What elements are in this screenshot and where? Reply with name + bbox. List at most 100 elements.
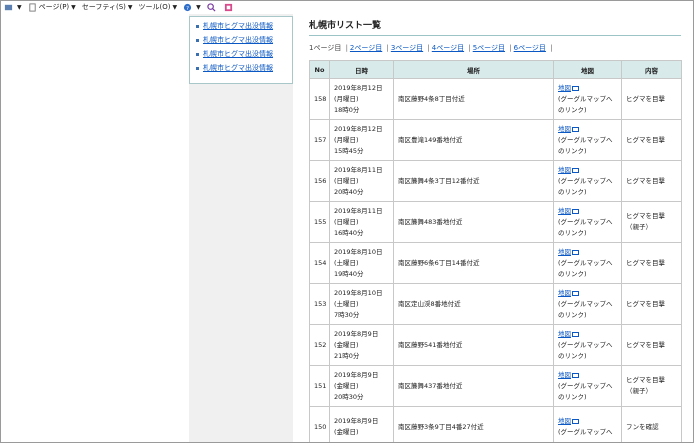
page-title: 札幌市リスト一覧 xyxy=(309,18,681,36)
map-link-label: 地図 xyxy=(558,165,571,174)
main-content: 札幌市リスト一覧 1ページ目 | 2ページ目 | 3ページ目 | 4ページ目 | 5ペー… xyxy=(309,18,682,442)
row-content: ヒグマを目撃 xyxy=(621,119,682,161)
row-map: 地図 (グーグルマップへ のリンク) xyxy=(553,283,622,325)
map-icon xyxy=(572,331,579,337)
map-link[interactable]: 地図 xyxy=(558,165,579,176)
toolbar-page-label: ページ(P) xyxy=(38,3,70,11)
row-date: 2019年8月9日 xyxy=(334,329,379,338)
row-date: 2019年8月9日 xyxy=(334,370,379,379)
row-datetime: 2019年8月11日 (日曜日) 20時40分 xyxy=(329,160,394,202)
row-number: 156 xyxy=(309,160,330,202)
map-link-label: 地図 xyxy=(558,83,571,92)
chevron-down-icon: ▼ xyxy=(172,4,178,11)
row-map: 地図 (グーグルマップへ xyxy=(553,406,622,442)
map-icon xyxy=(572,167,579,173)
row-map: 地図 (グーグルマップへ のリンク) xyxy=(553,365,622,407)
row-datetime: 2019年8月9日 (金曜日) 20時30分 xyxy=(329,365,394,407)
table-row: 150 2019年8月9日 (金曜日) 南区藤野3条9丁目4番27付近 地図 (グーグルマ… xyxy=(309,406,682,442)
map-note-line1: (グーグルマップへ xyxy=(558,299,613,308)
sidebar-item: 札幌市ヒグマ出没情報 xyxy=(196,47,292,61)
row-datetime: 2019年8月9日 (金曜日) 21時0分 xyxy=(329,324,394,366)
row-content-line1: ヒグマを目撃 xyxy=(626,258,665,267)
row-content: ヒグマを目撃 xyxy=(621,160,682,202)
row-weekday: (日曜日) xyxy=(334,217,359,226)
row-content: ヒグマを目撃 xyxy=(621,324,682,366)
map-link[interactable]: 地図 xyxy=(558,416,579,427)
toolbar-safety-menu[interactable]: セーフティ(S) ▼ xyxy=(82,1,133,14)
research-icon xyxy=(207,3,216,12)
chevron-down-icon: ▼ xyxy=(71,4,76,11)
toolbar-safety-label: セーフティ(S) xyxy=(81,3,126,11)
bullet-icon xyxy=(196,52,199,56)
map-icon xyxy=(572,249,579,255)
table-row: 154 2019年8月10日 (土曜日) 19時40分 南区藤野6条6丁目14番付近 地図… xyxy=(309,242,682,284)
pager-link-5[interactable]: 5ページ目 xyxy=(473,44,505,52)
map-note-line2: のリンク) xyxy=(558,351,587,360)
row-place: 南区簾舞4条3丁目12番付近 xyxy=(393,160,554,202)
help-icon: ? xyxy=(184,3,192,12)
map-link-label: 地図 xyxy=(558,417,571,425)
row-time: 21時0分 xyxy=(334,351,360,360)
map-note-line1: (グーグルマップへ xyxy=(558,217,613,226)
row-content: フンを確認 xyxy=(621,406,682,442)
row-content: ヒグマを目撃 xyxy=(621,283,682,325)
map-link[interactable]: 地図 xyxy=(558,124,579,135)
table-row: 157 2019年8月12日 (月曜日) 15時45分 南区豊滝149番地付近 地図 (グー… xyxy=(309,119,682,161)
map-link[interactable]: 地図 xyxy=(558,329,579,340)
map-note-line1: (グーグルマップへ xyxy=(558,135,613,144)
bullet-icon xyxy=(196,38,199,42)
table-row: 156 2019年8月11日 (日曜日) 20時40分 南区簾舞4条3丁目12番付近 地図… xyxy=(309,160,682,202)
toolbar-blog[interactable] xyxy=(224,3,235,12)
toolbar-tools-menu[interactable]: ツール(O) ▼ xyxy=(139,1,178,14)
map-link[interactable]: 地図 xyxy=(558,370,579,381)
row-content-line1: フンを確認 xyxy=(626,422,659,431)
map-link[interactable]: 地図 xyxy=(558,288,579,299)
row-date: 2019年8月11日 xyxy=(334,206,383,215)
blog-icon xyxy=(224,3,232,12)
sidebar-link[interactable]: 札幌市ヒグマ出没情報 xyxy=(203,33,273,47)
row-number: 150 xyxy=(309,406,330,442)
row-content-line1: ヒグマを目撃 xyxy=(626,376,665,384)
header-map: 地図 xyxy=(553,60,622,79)
row-place: 南区簾舞437番地付近 xyxy=(393,365,554,407)
bullet-icon xyxy=(196,24,199,28)
row-date: 2019年8月9日 xyxy=(334,417,379,425)
row-place: 南区簾舞483番地付近 xyxy=(393,201,554,243)
sidebar-link[interactable]: 札幌市ヒグマ出没情報 xyxy=(203,47,273,61)
toolbar-help[interactable]: ? ▼ xyxy=(183,1,201,14)
row-content: ヒグマを目撃 xyxy=(621,242,682,284)
map-link[interactable]: 地図 xyxy=(558,83,579,94)
toolbar-tools-label: ツール(O) xyxy=(138,3,171,11)
pager-link-6[interactable]: 6ページ目 xyxy=(514,44,546,52)
chevron-down-icon: ▼ xyxy=(17,4,22,11)
table-row: 158 2019年8月12日 (月曜日) 18時0分 南区藤野4条8丁目付近 地図 (グーグ… xyxy=(309,78,682,120)
sidebar-link[interactable]: 札幌市ヒグマ出没情報 xyxy=(203,61,273,75)
row-place: 南区藤野6条6丁目14番付近 xyxy=(393,242,554,284)
toolbar-home[interactable]: ▼ xyxy=(4,1,22,14)
pager-link-2[interactable]: 2ページ目 xyxy=(350,44,382,52)
row-datetime: 2019年8月12日 (月曜日) 15時45分 xyxy=(329,119,394,161)
map-link[interactable]: 地図 xyxy=(558,247,579,258)
row-date: 2019年8月12日 xyxy=(334,124,383,133)
map-note-line2: のリンク) xyxy=(558,392,587,401)
map-icon xyxy=(572,372,579,378)
map-note-line2: のリンク) xyxy=(558,228,587,237)
toolbar-research[interactable] xyxy=(207,3,218,12)
map-link[interactable]: 地図 xyxy=(558,206,579,217)
map-link-label: 地図 xyxy=(558,370,571,379)
table-row: 153 2019年8月10日 (土曜日) 7時30分 南区定山渓8番地付近 地図 (グーグル… xyxy=(309,283,682,325)
row-time: 20時40分 xyxy=(334,187,364,196)
sidebar-link[interactable]: 札幌市ヒグマ出没情報 xyxy=(203,19,273,33)
row-weekday: (日曜日) xyxy=(334,176,359,185)
map-link-label: 地図 xyxy=(558,124,571,133)
toolbar-page-menu[interactable]: ページ(P) ▼ xyxy=(28,1,76,14)
pager-link-3[interactable]: 3ページ目 xyxy=(391,44,423,52)
row-time: 18時0分 xyxy=(334,105,360,114)
row-content-line2: （親子） xyxy=(626,387,652,395)
pager-link-4[interactable]: 4ページ目 xyxy=(432,44,464,52)
row-time: 7時30分 xyxy=(334,310,360,319)
map-icon xyxy=(572,290,579,296)
row-number: 153 xyxy=(309,283,330,325)
sidebar-link-list: 札幌市ヒグマ出没情報 札幌市ヒグマ出没情報 札幌市ヒグマ出没情報 札幌市ヒグマ出… xyxy=(196,19,292,75)
row-map: 地図 (グーグルマップへ のリンク) xyxy=(553,324,622,366)
